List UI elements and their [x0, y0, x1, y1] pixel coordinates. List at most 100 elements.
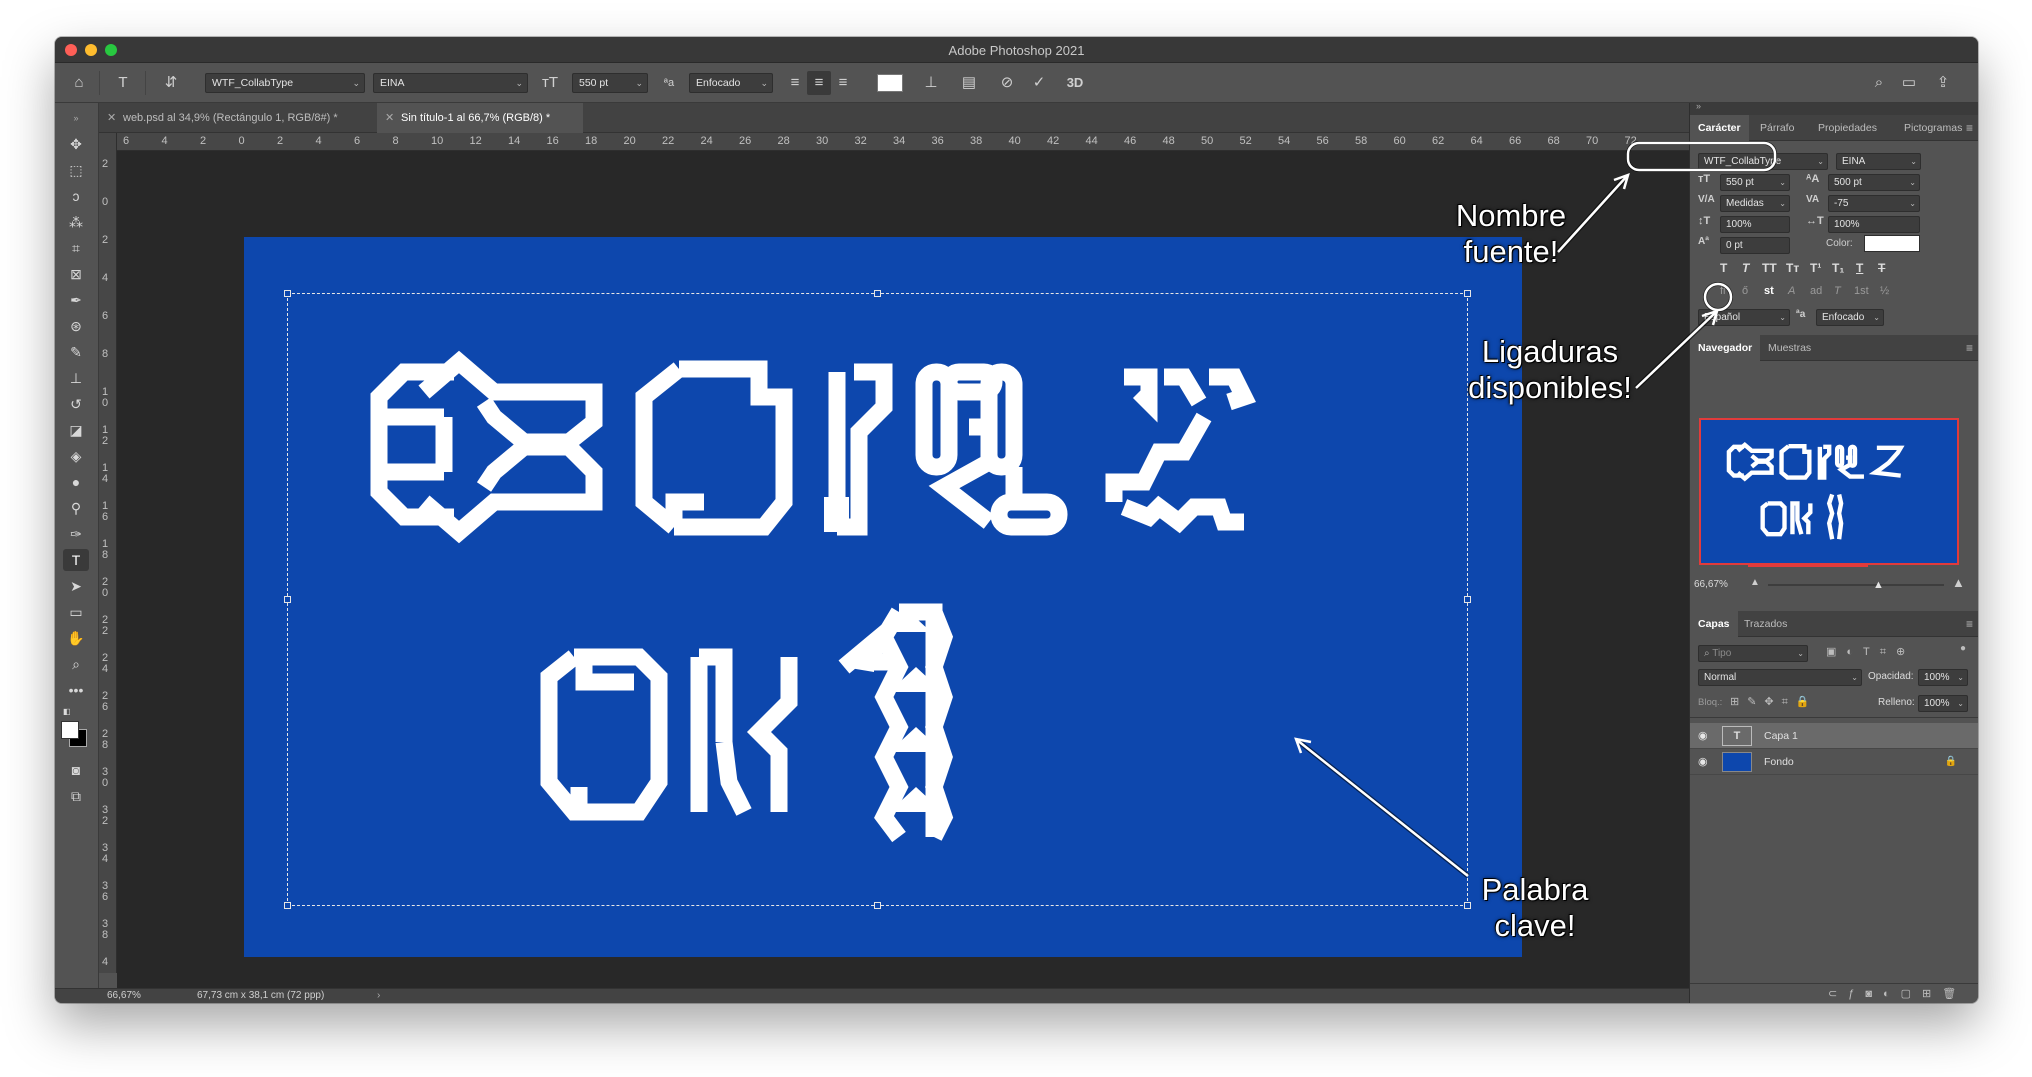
- lock-icons[interactable]: ⊞✎✥⌗🔒: [1730, 695, 1818, 709]
- layers-filter-select[interactable]: ⌕ Tipo ⌄: [1698, 645, 1808, 662]
- navigator-preview[interactable]: [1699, 418, 1959, 565]
- strikethrough-button[interactable]: T: [1878, 261, 1885, 275]
- titling-alternates-button[interactable]: T: [1834, 285, 1841, 297]
- type-tool-icon[interactable]: T: [63, 549, 89, 571]
- history-brush-tool-icon[interactable]: ↺: [63, 393, 89, 415]
- char-font-style-select[interactable]: EINA ⌄: [1836, 153, 1921, 170]
- text-color-swatch[interactable]: [877, 74, 903, 92]
- char-antialias-select[interactable]: Enfocado ⌄: [1816, 309, 1884, 326]
- ordinals-button[interactable]: 1st: [1854, 285, 1869, 297]
- visibility-eye-icon[interactable]: ◉: [1698, 723, 1708, 749]
- zoom-out-icon[interactable]: ▲: [1750, 577, 1760, 588]
- navigator-zoom-readout[interactable]: 66,67%: [1694, 579, 1728, 590]
- char-tracking-field[interactable]: -75 ⌄: [1828, 195, 1920, 212]
- cancel-icon[interactable]: ⊘: [995, 71, 1019, 95]
- standard-ligatures-button[interactable]: fi: [1720, 285, 1726, 297]
- quick-mask-icon[interactable]: ◙: [63, 759, 89, 781]
- char-kerning-select[interactable]: Medidas ⌄: [1720, 195, 1790, 212]
- tab-capas[interactable]: Capas: [1690, 611, 1738, 637]
- healing-brush-tool-icon[interactable]: ⊛: [63, 315, 89, 337]
- char-font-family-select[interactable]: WTF_CollabType ⌄: [1698, 153, 1828, 170]
- pen-tool-icon[interactable]: ✑: [63, 523, 89, 545]
- eyedropper-tool-icon[interactable]: ✒: [63, 289, 89, 311]
- layer-row-fondo[interactable]: ◉ Fondo 🔒: [1690, 749, 1978, 775]
- zoom-in-icon[interactable]: ▲: [1952, 575, 1965, 590]
- transform-handle[interactable]: [284, 290, 291, 297]
- superscript-button[interactable]: T¹: [1810, 261, 1821, 275]
- char-size-field[interactable]: 550 pt ⌄: [1720, 174, 1790, 191]
- blur-tool-icon[interactable]: ●: [63, 471, 89, 493]
- fractions-button[interactable]: ½: [1880, 285, 1889, 297]
- close-tab-icon[interactable]: ✕: [107, 103, 116, 133]
- align-right-icon[interactable]: ≡: [831, 71, 855, 95]
- discretionary-ligatures-button[interactable]: st: [1764, 285, 1774, 297]
- document-canvas[interactable]: [244, 237, 1522, 957]
- char-language-select[interactable]: Español ⌄: [1698, 309, 1790, 326]
- blend-mode-select[interactable]: Normal ⌄: [1698, 669, 1862, 686]
- char-vscale-field[interactable]: 100%: [1720, 216, 1790, 233]
- tab-propiedades[interactable]: Propiedades: [1810, 115, 1885, 141]
- warp-text-icon[interactable]: ⊥: [919, 71, 943, 95]
- magic-wand-tool-icon[interactable]: ⁂: [63, 211, 89, 233]
- rectangle-tool-icon[interactable]: ▭: [63, 601, 89, 623]
- toggle-panels-icon[interactable]: ▤: [957, 71, 981, 95]
- canvas-workspace[interactable]: [117, 151, 1689, 988]
- frame-tool-icon[interactable]: ⊠: [63, 263, 89, 285]
- underline-button[interactable]: T: [1856, 261, 1863, 275]
- panel-menu-icon[interactable]: ≡: [1966, 121, 1973, 135]
- char-baseline-field[interactable]: 0 pt: [1720, 237, 1790, 254]
- tab-parrafo[interactable]: Párrafo: [1752, 115, 1802, 141]
- all-caps-button[interactable]: TT: [1762, 261, 1777, 275]
- dodge-tool-icon[interactable]: ⚲: [63, 497, 89, 519]
- navigator-zoom-slider[interactable]: [1768, 584, 1944, 586]
- opacity-field[interactable]: 100% ⌄: [1918, 669, 1968, 686]
- align-left-icon[interactable]: ≡: [783, 71, 807, 95]
- brush-tool-icon[interactable]: ✎: [63, 341, 89, 363]
- fill-field[interactable]: 100% ⌄: [1918, 695, 1968, 712]
- zoom-tool-icon[interactable]: ⌕: [63, 653, 89, 675]
- tab-caracter[interactable]: Carácter: [1690, 115, 1749, 141]
- panel-menu-icon[interactable]: ≡: [1966, 341, 1973, 355]
- visibility-eye-icon[interactable]: ◉: [1698, 749, 1708, 775]
- align-center-icon[interactable]: ≡: [807, 71, 831, 95]
- font-size-select[interactable]: 550 pt ⌄: [572, 73, 648, 93]
- type-tool-icon[interactable]: T: [111, 71, 135, 95]
- close-tab-icon[interactable]: ✕: [385, 103, 394, 133]
- workspace-icon[interactable]: ▭: [1897, 71, 1921, 95]
- char-leading-field[interactable]: 500 pt ⌄: [1828, 174, 1920, 191]
- transform-handle[interactable]: [1464, 596, 1471, 603]
- zoom-readout[interactable]: 66,67%: [107, 989, 141, 1003]
- transform-handle[interactable]: [1464, 290, 1471, 297]
- tab-muestras[interactable]: Muestras: [1760, 335, 1819, 361]
- crop-tool-icon[interactable]: ⌗: [63, 237, 89, 259]
- move-tool-icon[interactable]: ✥: [63, 133, 89, 155]
- eraser-tool-icon[interactable]: ◪: [63, 419, 89, 441]
- transform-handle[interactable]: [284, 596, 291, 603]
- lasso-tool-icon[interactable]: ↄ: [63, 185, 89, 207]
- swash-button[interactable]: A: [1788, 285, 1795, 297]
- navigator-zoom-thumb[interactable]: ▲: [1873, 579, 1884, 591]
- tab-trazados[interactable]: Trazados: [1736, 611, 1795, 637]
- layer-row-capa1[interactable]: ◉ T Capa 1: [1690, 723, 1978, 749]
- transform-handle[interactable]: [284, 902, 291, 909]
- faux-italic-button[interactable]: T: [1742, 261, 1749, 275]
- font-family-select[interactable]: WTF_CollabType ⌄: [205, 73, 365, 93]
- text-orientation-icon[interactable]: ⇵: [159, 71, 183, 95]
- path-selection-tool-icon[interactable]: ➤: [63, 575, 89, 597]
- more-tools-icon[interactable]: •••: [63, 679, 89, 701]
- hand-tool-icon[interactable]: ✋: [63, 627, 89, 649]
- tab-sin-titulo[interactable]: ✕ Sin título-1 al 66,7% (RGB/8) *: [377, 103, 583, 133]
- subscript-button[interactable]: T₁: [1832, 261, 1844, 275]
- screen-mode-icon[interactable]: ⧉: [63, 785, 89, 807]
- home-icon[interactable]: ⌂: [67, 71, 91, 95]
- text-bounding-box[interactable]: [284, 290, 1471, 909]
- lock-icon[interactable]: 🔒: [1945, 749, 1957, 775]
- 3d-icon[interactable]: 3D: [1063, 71, 1087, 95]
- char-hscale-field[interactable]: 100%: [1828, 216, 1920, 233]
- status-menu-icon[interactable]: ›: [377, 989, 380, 1003]
- paint-bucket-tool-icon[interactable]: ◈: [63, 445, 89, 467]
- search-icon[interactable]: ⌕: [1867, 71, 1891, 95]
- faux-bold-button[interactable]: T: [1720, 261, 1727, 275]
- small-caps-button[interactable]: Tт: [1786, 261, 1799, 275]
- tab-web-psd[interactable]: ✕ web.psd al 34,9% (Rectángulo 1, RGB/8#)…: [99, 103, 375, 133]
